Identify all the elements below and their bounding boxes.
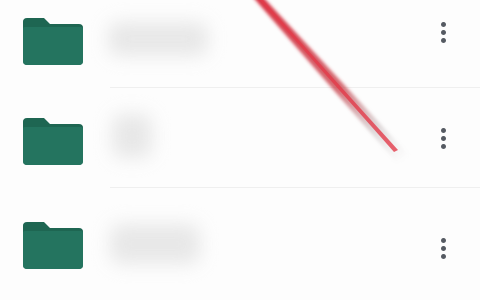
folder-row[interactable] [0,196,480,292]
redacted-folder-name [110,224,200,264]
file-browser-screen [0,0,480,300]
more-vert-icon[interactable] [428,228,458,268]
folder-icon [20,116,86,166]
row-divider [110,187,480,188]
folder-icon [20,16,86,66]
folder-row[interactable] [0,0,480,88]
redacted-folder-name [112,114,152,158]
redacted-folder-name [108,22,208,56]
more-vert-icon[interactable] [428,12,458,52]
folder-row[interactable] [0,92,480,188]
folder-icon [20,220,86,270]
folder-list [0,0,480,300]
more-vert-icon[interactable] [428,118,458,158]
row-divider [110,87,480,88]
